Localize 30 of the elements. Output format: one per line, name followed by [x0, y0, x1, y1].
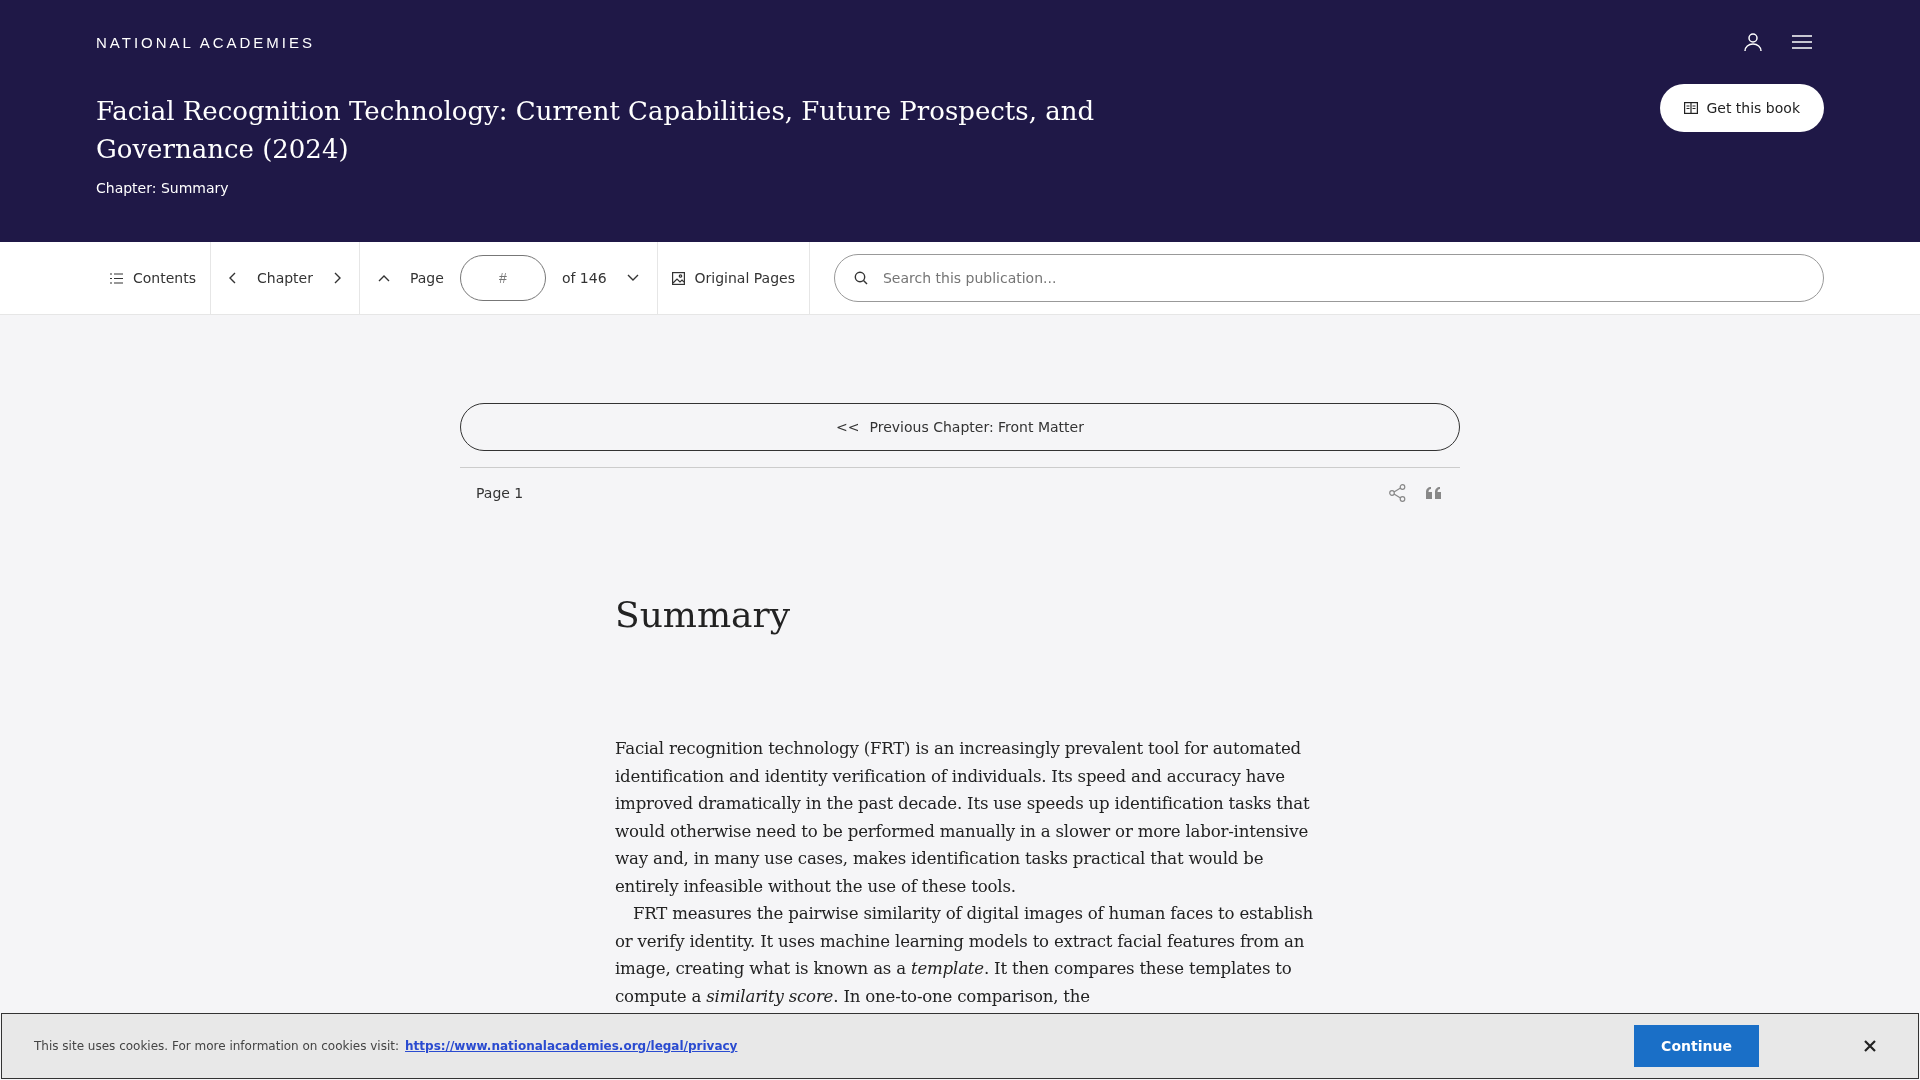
image-icon	[671, 271, 685, 285]
page-number-field[interactable]: #	[459, 255, 546, 301]
quote-icon[interactable]	[1426, 487, 1442, 499]
chevron-down-icon[interactable]	[626, 274, 639, 282]
privacy-link[interactable]: https://www.nationalacademies.org/legal/privacy	[405, 1039, 738, 1053]
chapter-label: Chapter	[257, 270, 313, 286]
continue-button[interactable]: Continue	[1634, 1025, 1759, 1067]
menu-icon[interactable]	[1792, 35, 1812, 49]
user-icon[interactable]	[1744, 32, 1762, 52]
site-logo[interactable]: NATIONAL ACADEMIES	[96, 33, 316, 51]
chapter-name: Chapter: Summary	[96, 180, 230, 196]
book-icon	[1684, 102, 1699, 114]
search-field[interactable]: Search this publication...	[833, 254, 1824, 302]
contents-button[interactable]: Contents	[96, 242, 211, 314]
close-icon[interactable]	[1864, 1040, 1876, 1052]
share-icon[interactable]	[1389, 484, 1406, 502]
body-paragraph: Facial recognition technology (FRT) is an increasingly prevalent tool for automated identification and identity verification of individuals. Its speed and accuracy have improved dramatically in the past decade. Its use speeds up identification tasks that would otherwise need to be performed manually in a slower or more labor-intensive way and, in many use cases, makes identification tasks practical that would be entirely infeasible without the use of these tools.	[615, 738, 1311, 898]
page-total: of 146	[561, 270, 607, 286]
page-number: Page 1	[476, 485, 524, 501]
get-book-button[interactable]: Get this book	[1660, 84, 1824, 132]
book-title: Facial Recognition Technology: Current Capabilities, Future Prospects, and Governance (2024)	[96, 95, 1096, 166]
chapter-heading: Summary	[615, 594, 792, 635]
chevron-left-icon[interactable]	[229, 272, 237, 284]
chevron-right-icon[interactable]	[332, 272, 341, 284]
list-icon	[110, 272, 123, 284]
original-pages-button[interactable]: Original Pages	[657, 242, 810, 314]
cookie-notice: This site uses cookies. For more information on cookies visit:	[34, 1039, 400, 1053]
body-paragraph: FRT measures the pairwise similarity of digital images of human faces to establish or verify identity. It uses machine learning models to extract facial features from an image, creating what is known as a template. It then compares these templates to compute a similarity score. In one-to-one comparison, the	[615, 903, 1314, 1008]
chevron-up-icon[interactable]	[377, 274, 390, 282]
page-label: Page	[409, 270, 444, 286]
